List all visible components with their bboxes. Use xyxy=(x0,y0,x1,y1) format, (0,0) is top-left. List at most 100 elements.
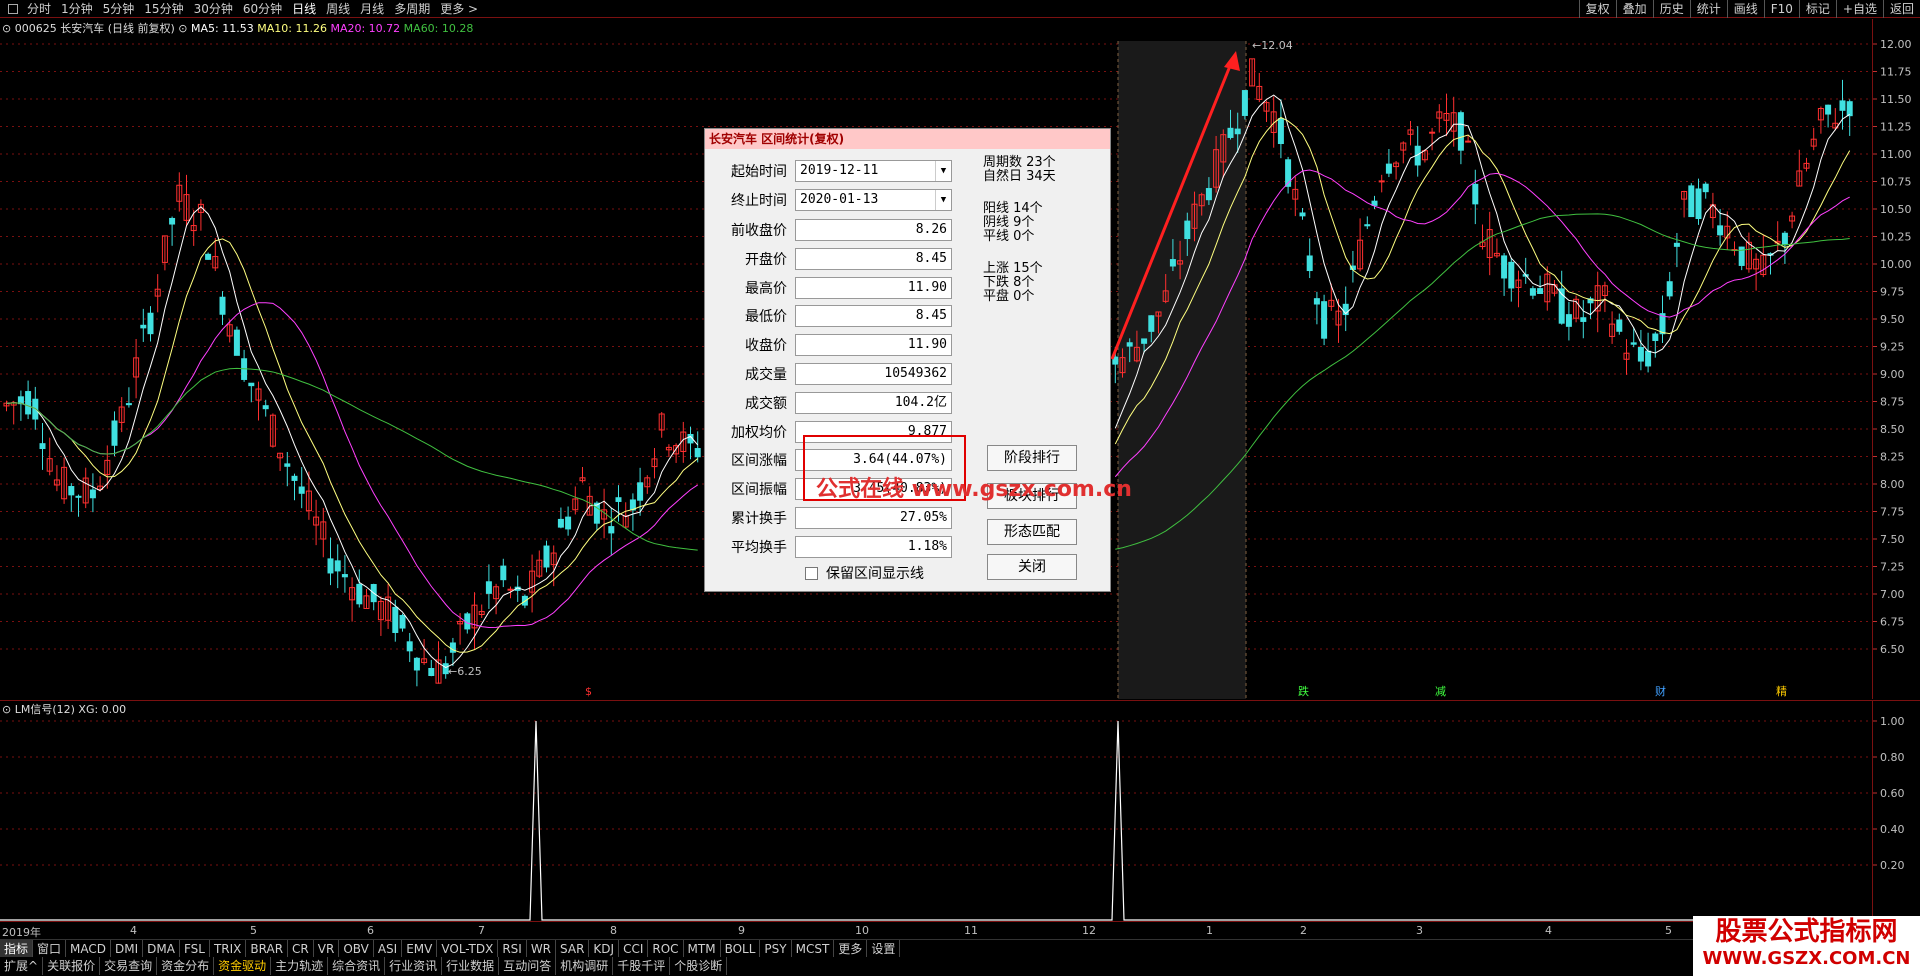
extension-tab[interactable]: 交易查询 xyxy=(100,957,158,975)
date-label: 8 xyxy=(610,924,617,937)
period-tab[interactable]: 5分钟 xyxy=(98,0,140,17)
collapse-icon[interactable]: ⊙ xyxy=(2,703,15,716)
toolbar-button[interactable]: 叠加 xyxy=(1615,0,1653,18)
period-tab[interactable]: 周线 xyxy=(321,0,355,17)
indicator-tab[interactable]: 指标 xyxy=(0,940,34,957)
period-tab[interactable]: 60分钟 xyxy=(238,0,287,17)
indicator-tab[interactable]: DMA xyxy=(143,940,180,957)
date-label: 5 xyxy=(250,924,257,937)
toolbar-button[interactable]: 复权 xyxy=(1578,0,1616,18)
indicator-tab[interactable]: MACD xyxy=(66,940,112,957)
indicator-tab[interactable]: VOL-TDX xyxy=(437,940,499,957)
indicator-tab[interactable]: EMV xyxy=(402,940,438,957)
extension-tab[interactable]: 千股千评 xyxy=(613,957,671,975)
candle-body xyxy=(291,475,298,481)
indicator-tab[interactable]: VR xyxy=(314,940,340,957)
period-tab[interactable]: 30分钟 xyxy=(189,0,238,17)
collapse-icon[interactable]: ⊙ xyxy=(2,22,15,35)
stat-field-label: 成交额 xyxy=(745,395,787,412)
period-tab[interactable]: 日线 xyxy=(287,0,321,17)
price-axis: 12.00 11.75 11.50 11.25 11.00 10.75 10.50 10.25… xyxy=(1872,19,1912,699)
stat-field-label: 成交量 xyxy=(745,367,787,383)
indicator-tab[interactable]: DMI xyxy=(111,940,144,957)
pattern-match-button[interactable]: 形态匹配 xyxy=(987,519,1077,545)
indicator-tab[interactable]: BRAR xyxy=(246,940,289,957)
extension-tab[interactable]: 资金驱动 xyxy=(214,957,272,975)
indicator-tab[interactable]: CR xyxy=(288,940,314,957)
indicator-tab[interactable]: ASI xyxy=(374,940,403,957)
extension-tab[interactable]: 行业资讯 xyxy=(385,957,443,975)
stage-rank-button[interactable]: 阶段排行 xyxy=(987,445,1077,471)
indicator-tab[interactable]: ROC xyxy=(648,940,684,957)
extension-tab[interactable]: 互动问答 xyxy=(499,957,557,975)
menu-square-icon[interactable] xyxy=(8,3,18,14)
indicator-tab[interactable]: TRIX xyxy=(210,940,247,957)
event-marker[interactable]: $ xyxy=(585,685,592,698)
indicator-tab[interactable]: SAR xyxy=(556,940,590,957)
toolbar-button[interactable]: 统计 xyxy=(1689,0,1727,18)
indicator-tab[interactable]: 更多 xyxy=(834,940,868,957)
toolbar-button[interactable]: 历史 xyxy=(1652,0,1690,18)
indicator-tab[interactable]: WR xyxy=(527,940,557,957)
event-marker[interactable]: 减 xyxy=(1435,685,1446,698)
toolbar-button[interactable]: F10 xyxy=(1763,0,1799,18)
period-tab[interactable]: 15分钟 xyxy=(139,0,188,17)
stat-field-value: 10549362 xyxy=(795,363,952,385)
start-time-select[interactable]: 2019-12-11 ▼ xyxy=(795,160,952,182)
price-label: 6.75 xyxy=(1880,616,1905,629)
end-time-value: 2020-01-13 xyxy=(800,192,879,207)
extension-tab[interactable]: 资金分布 xyxy=(157,957,215,975)
event-marker[interactable]: 跌 xyxy=(1298,684,1309,698)
indicator-tab[interactable]: BOLL xyxy=(721,940,761,957)
extension-tab[interactable]: 行业数据 xyxy=(442,957,500,975)
indicator-tab[interactable]: FSL xyxy=(180,940,210,957)
candle-body xyxy=(1141,338,1148,344)
period-tab[interactable]: 多周期 xyxy=(389,0,435,17)
toolbar-button[interactable]: 画线 xyxy=(1726,0,1764,18)
extension-tab[interactable]: 扩展^ xyxy=(0,957,44,975)
candle-body xyxy=(1529,288,1536,296)
dialog-title: 长安汽车 区间统计(复权) xyxy=(705,129,1110,149)
logo-line2: WWW.GSZX.COM.CN xyxy=(1702,948,1911,969)
extension-tab[interactable]: 机构调研 xyxy=(556,957,614,975)
toolbar-button[interactable]: +自选 xyxy=(1835,0,1883,18)
indicator-tab[interactable]: CCI xyxy=(619,940,649,957)
candle-body xyxy=(1580,317,1587,322)
event-marker[interactable]: 精 xyxy=(1776,685,1787,698)
toolbar-button[interactable]: 标记 xyxy=(1798,0,1836,18)
candle-body xyxy=(1781,232,1788,246)
period-tab[interactable]: 分时 xyxy=(22,0,56,17)
chevron-down-icon[interactable]: ▼ xyxy=(935,161,951,181)
event-marker[interactable]: 财 xyxy=(1655,684,1666,698)
end-time-select[interactable]: 2020-01-13 ▼ xyxy=(795,189,952,211)
candle-body xyxy=(1695,188,1702,220)
indicator-tab[interactable]: OBV xyxy=(339,940,374,957)
indicator-tab[interactable]: MTM xyxy=(684,940,721,957)
extension-tab[interactable]: 个股诊断 xyxy=(670,957,728,975)
period-tab[interactable]: 更多 > xyxy=(435,0,483,17)
signal-chart[interactable] xyxy=(0,700,1872,921)
extension-tab[interactable]: 关联报价 xyxy=(43,957,101,975)
candle-body xyxy=(1429,131,1436,134)
indicator-tab[interactable]: PSY xyxy=(760,940,792,957)
candle-body xyxy=(327,558,334,574)
legend-collapse-icon[interactable]: ⊙ xyxy=(178,22,191,35)
indicator-tab[interactable]: KDJ xyxy=(589,940,620,957)
extension-tab[interactable]: 主力轨迹 xyxy=(271,957,329,975)
chevron-down-icon[interactable]: ▼ xyxy=(935,190,951,210)
period-tab[interactable]: 1分钟 xyxy=(56,0,98,17)
indicator-tab[interactable]: MCST xyxy=(792,940,835,957)
toolbar-button[interactable]: 返回 xyxy=(1882,0,1920,18)
candle-body xyxy=(75,495,82,498)
indicator-tab[interactable]: 窗口 xyxy=(33,940,67,957)
close-button[interactable]: 关闭 xyxy=(987,554,1077,580)
price-label: 8.00 xyxy=(1880,478,1905,491)
extension-tab[interactable]: 综合资讯 xyxy=(328,957,386,975)
indicator-tab[interactable]: 设置 xyxy=(867,940,901,957)
stock-title: 000625 长安汽车 (日线 前复权) xyxy=(14,22,175,35)
checkbox-box[interactable] xyxy=(805,566,818,580)
period-tab[interactable]: 月线 xyxy=(355,0,389,17)
date-label: 1 xyxy=(1206,924,1213,937)
keep-lines-checkbox[interactable]: 保留区间显示线 xyxy=(805,563,924,583)
indicator-tab[interactable]: RSI xyxy=(498,940,527,957)
